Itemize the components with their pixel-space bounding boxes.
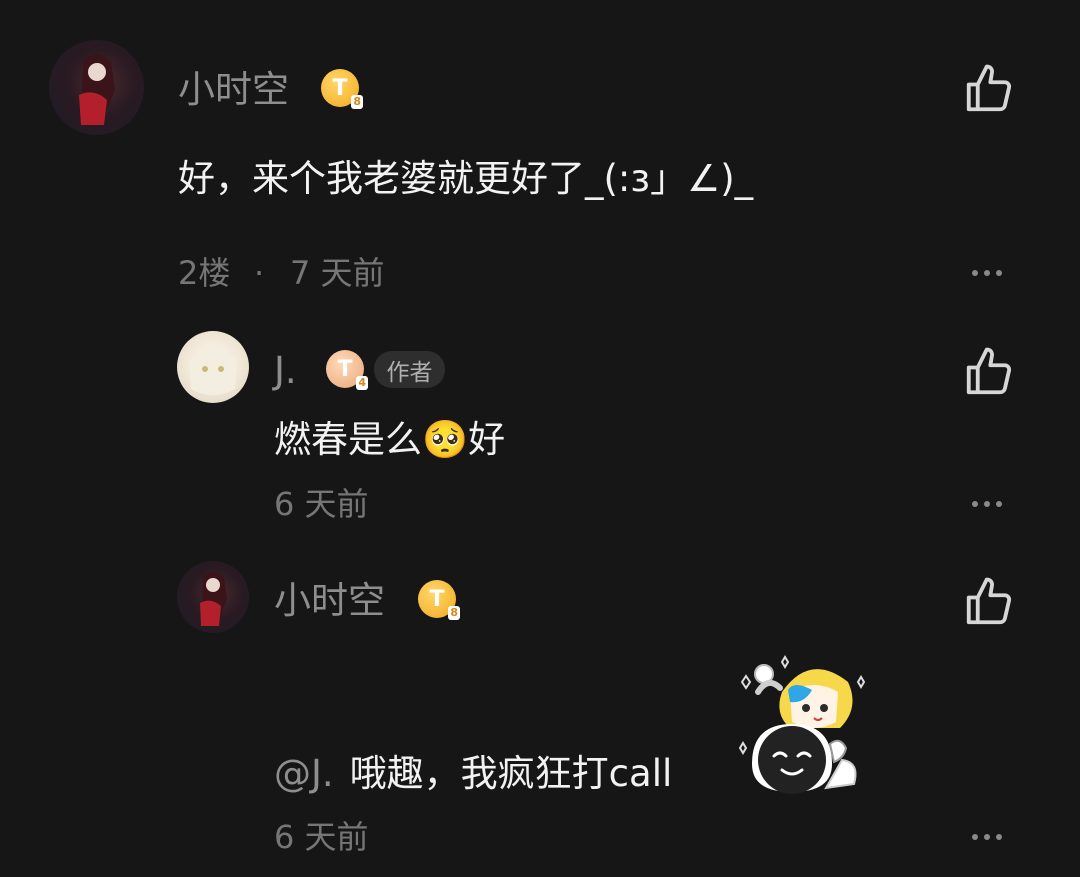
reply-time: 6 天前 [274,485,369,523]
more-button[interactable] [972,270,1002,276]
reply-content-text: 哦趣，我疯狂打call [349,752,673,795]
more-icon-dot [996,501,1002,507]
comment-username[interactable]: 小时空 [178,71,289,108]
thumbs-up-icon [966,347,1012,395]
more-icon-dot [972,834,978,840]
commenter-avatar[interactable] [49,40,144,135]
reply-avatar[interactable] [177,331,249,403]
like-button[interactable] [962,62,1016,116]
avatar-illustration [79,54,115,125]
reply-content-tail: 好 [468,418,506,461]
level-badge: T 4 [326,350,368,390]
more-icon-dot [996,834,1002,840]
thumbs-up-icon [966,64,1012,112]
comment-content: 好，来个我老婆就更好了_(:з」∠)_ [178,157,754,200]
reply-time: 6 天前 [274,818,369,856]
more-icon-dot [984,834,990,840]
reply-content-text: 燃春是么 [274,418,422,461]
reply-content: @J. 哦趣，我疯狂打call [274,755,672,792]
author-tag: 作者 [374,351,445,388]
pleading-face-emoji: 🥺 [422,418,469,461]
more-icon-dot [984,270,990,276]
badge-letter: T [332,75,348,101]
badge-letter: T [429,586,445,612]
avatar-illustration [189,347,237,395]
badge-level: 4 [356,376,368,390]
more-icon-dot [972,501,978,507]
more-icon-dot [972,270,978,276]
badge-level: 8 [351,95,363,109]
sticker-image [730,652,870,794]
badge-level: 8 [448,606,460,620]
more-button[interactable] [972,834,1002,840]
mention-link[interactable]: @J. [274,752,334,795]
meta-separator: · [254,254,265,292]
reply-username[interactable]: 小时空 [274,582,385,619]
reply-username[interactable]: J. [274,352,297,389]
comment-floor: 2楼 [178,254,231,292]
cheering-sticker-illustration [738,655,866,794]
like-button[interactable] [962,345,1016,399]
level-badge: T 8 [321,69,363,109]
reply-avatar[interactable] [177,561,249,633]
thumbs-up-icon [966,577,1012,625]
more-icon-dot [996,270,1002,276]
badge-letter: T [337,356,353,382]
avatar-illustration [200,571,227,626]
more-button[interactable] [972,501,1002,507]
comment-time: 7 天前 [290,254,385,292]
like-button[interactable] [962,575,1016,629]
level-badge: T 8 [418,580,460,620]
more-icon-dot [984,501,990,507]
reply-content: 燃春是么🥺好 [274,421,505,458]
